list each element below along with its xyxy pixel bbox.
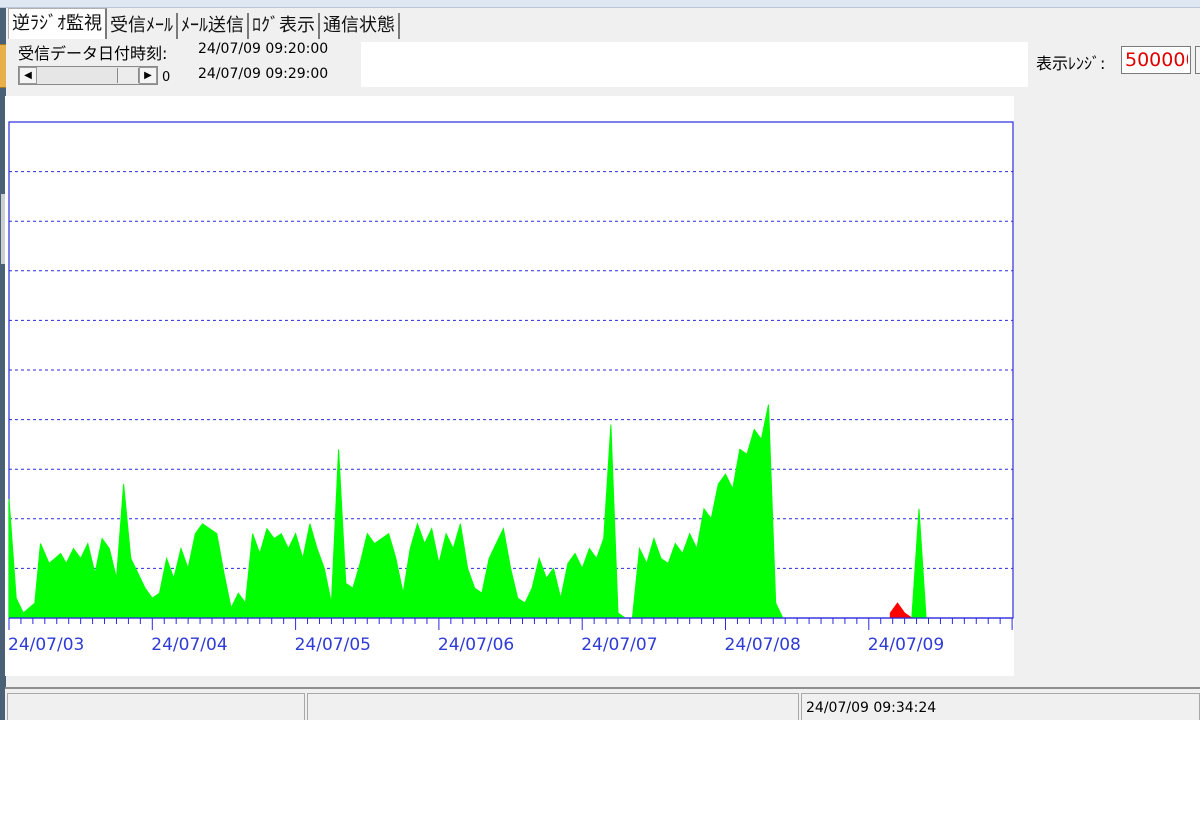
chart-panel: 24/07/03 24/07/04 24/07/05 24/07/06 24/07/07… — [5, 96, 1014, 676]
scroll-left-icon[interactable]: ◀ — [19, 67, 37, 84]
left-edge-accent — [0, 44, 6, 88]
display-range-label: 表示ﾚﾝｼﾞ: — [1036, 54, 1106, 73]
scroll-right-icon[interactable]: ▶ — [139, 67, 157, 84]
status-datetime: 24/07/09 09:34:24 — [801, 693, 1200, 720]
receive-datetime-label: 受信データ日付時刻: — [18, 44, 168, 63]
activity-chart: 24/07/03 24/07/04 24/07/05 24/07/06 24/07/07… — [8, 121, 1014, 655]
status-bar: 24/07/09 09:34:24 — [5, 687, 1200, 720]
x-tick-label: 24/07/04 — [151, 635, 227, 655]
tab-send-mail[interactable]: ﾒｰﾙ送信 — [178, 13, 249, 39]
scroll-position-value: 0 — [162, 70, 171, 85]
tab-strip: 逆ﾗｼﾞｵ監視 受信ﾒｰﾙ ﾒｰﾙ送信 ﾛｸﾞ表示 通信状態 — [8, 8, 400, 39]
tab-received-mail[interactable]: 受信ﾒｰﾙ — [107, 13, 178, 39]
tab-reverse-radio-monitor[interactable]: 逆ﾗｼﾞｵ監視 — [8, 8, 107, 39]
x-tick-label: 24/07/09 — [868, 635, 944, 655]
app-window: 逆ﾗｼﾞｵ監視 受信ﾒｰﾙ ﾒｰﾙ送信 ﾛｸﾞ表示 通信状態 受信データ日付時刻… — [0, 0, 1200, 720]
x-tick-label: 24/07/06 — [438, 635, 514, 655]
title-bar — [0, 0, 1200, 8]
x-tick-label: 24/07/08 — [725, 635, 801, 655]
receive-time-end: 24/07/09 09:29:00 — [198, 66, 329, 82]
time-scrollbar[interactable]: ◀ ▶ — [18, 66, 158, 85]
series-area-main — [8, 404, 927, 619]
tab-communication-status[interactable]: 通信状態 — [320, 13, 400, 39]
x-tick-label: 24/07/03 — [8, 635, 84, 655]
status-cell-1 — [7, 693, 305, 720]
x-tick-label: 24/07/05 — [295, 635, 371, 655]
scroll-thumb[interactable] — [117, 68, 139, 83]
display-range-input[interactable] — [1121, 46, 1191, 74]
tab-log-view[interactable]: ﾛｸﾞ表示 — [249, 13, 320, 39]
info-panel — [361, 42, 1028, 87]
series-area-alert — [889, 602, 914, 619]
receive-time-start: 24/07/09 09:20:00 — [198, 41, 329, 57]
status-cell-2 — [307, 693, 799, 720]
x-tick-label: 24/07/07 — [581, 635, 657, 655]
range-spin-button[interactable] — [1195, 46, 1200, 74]
